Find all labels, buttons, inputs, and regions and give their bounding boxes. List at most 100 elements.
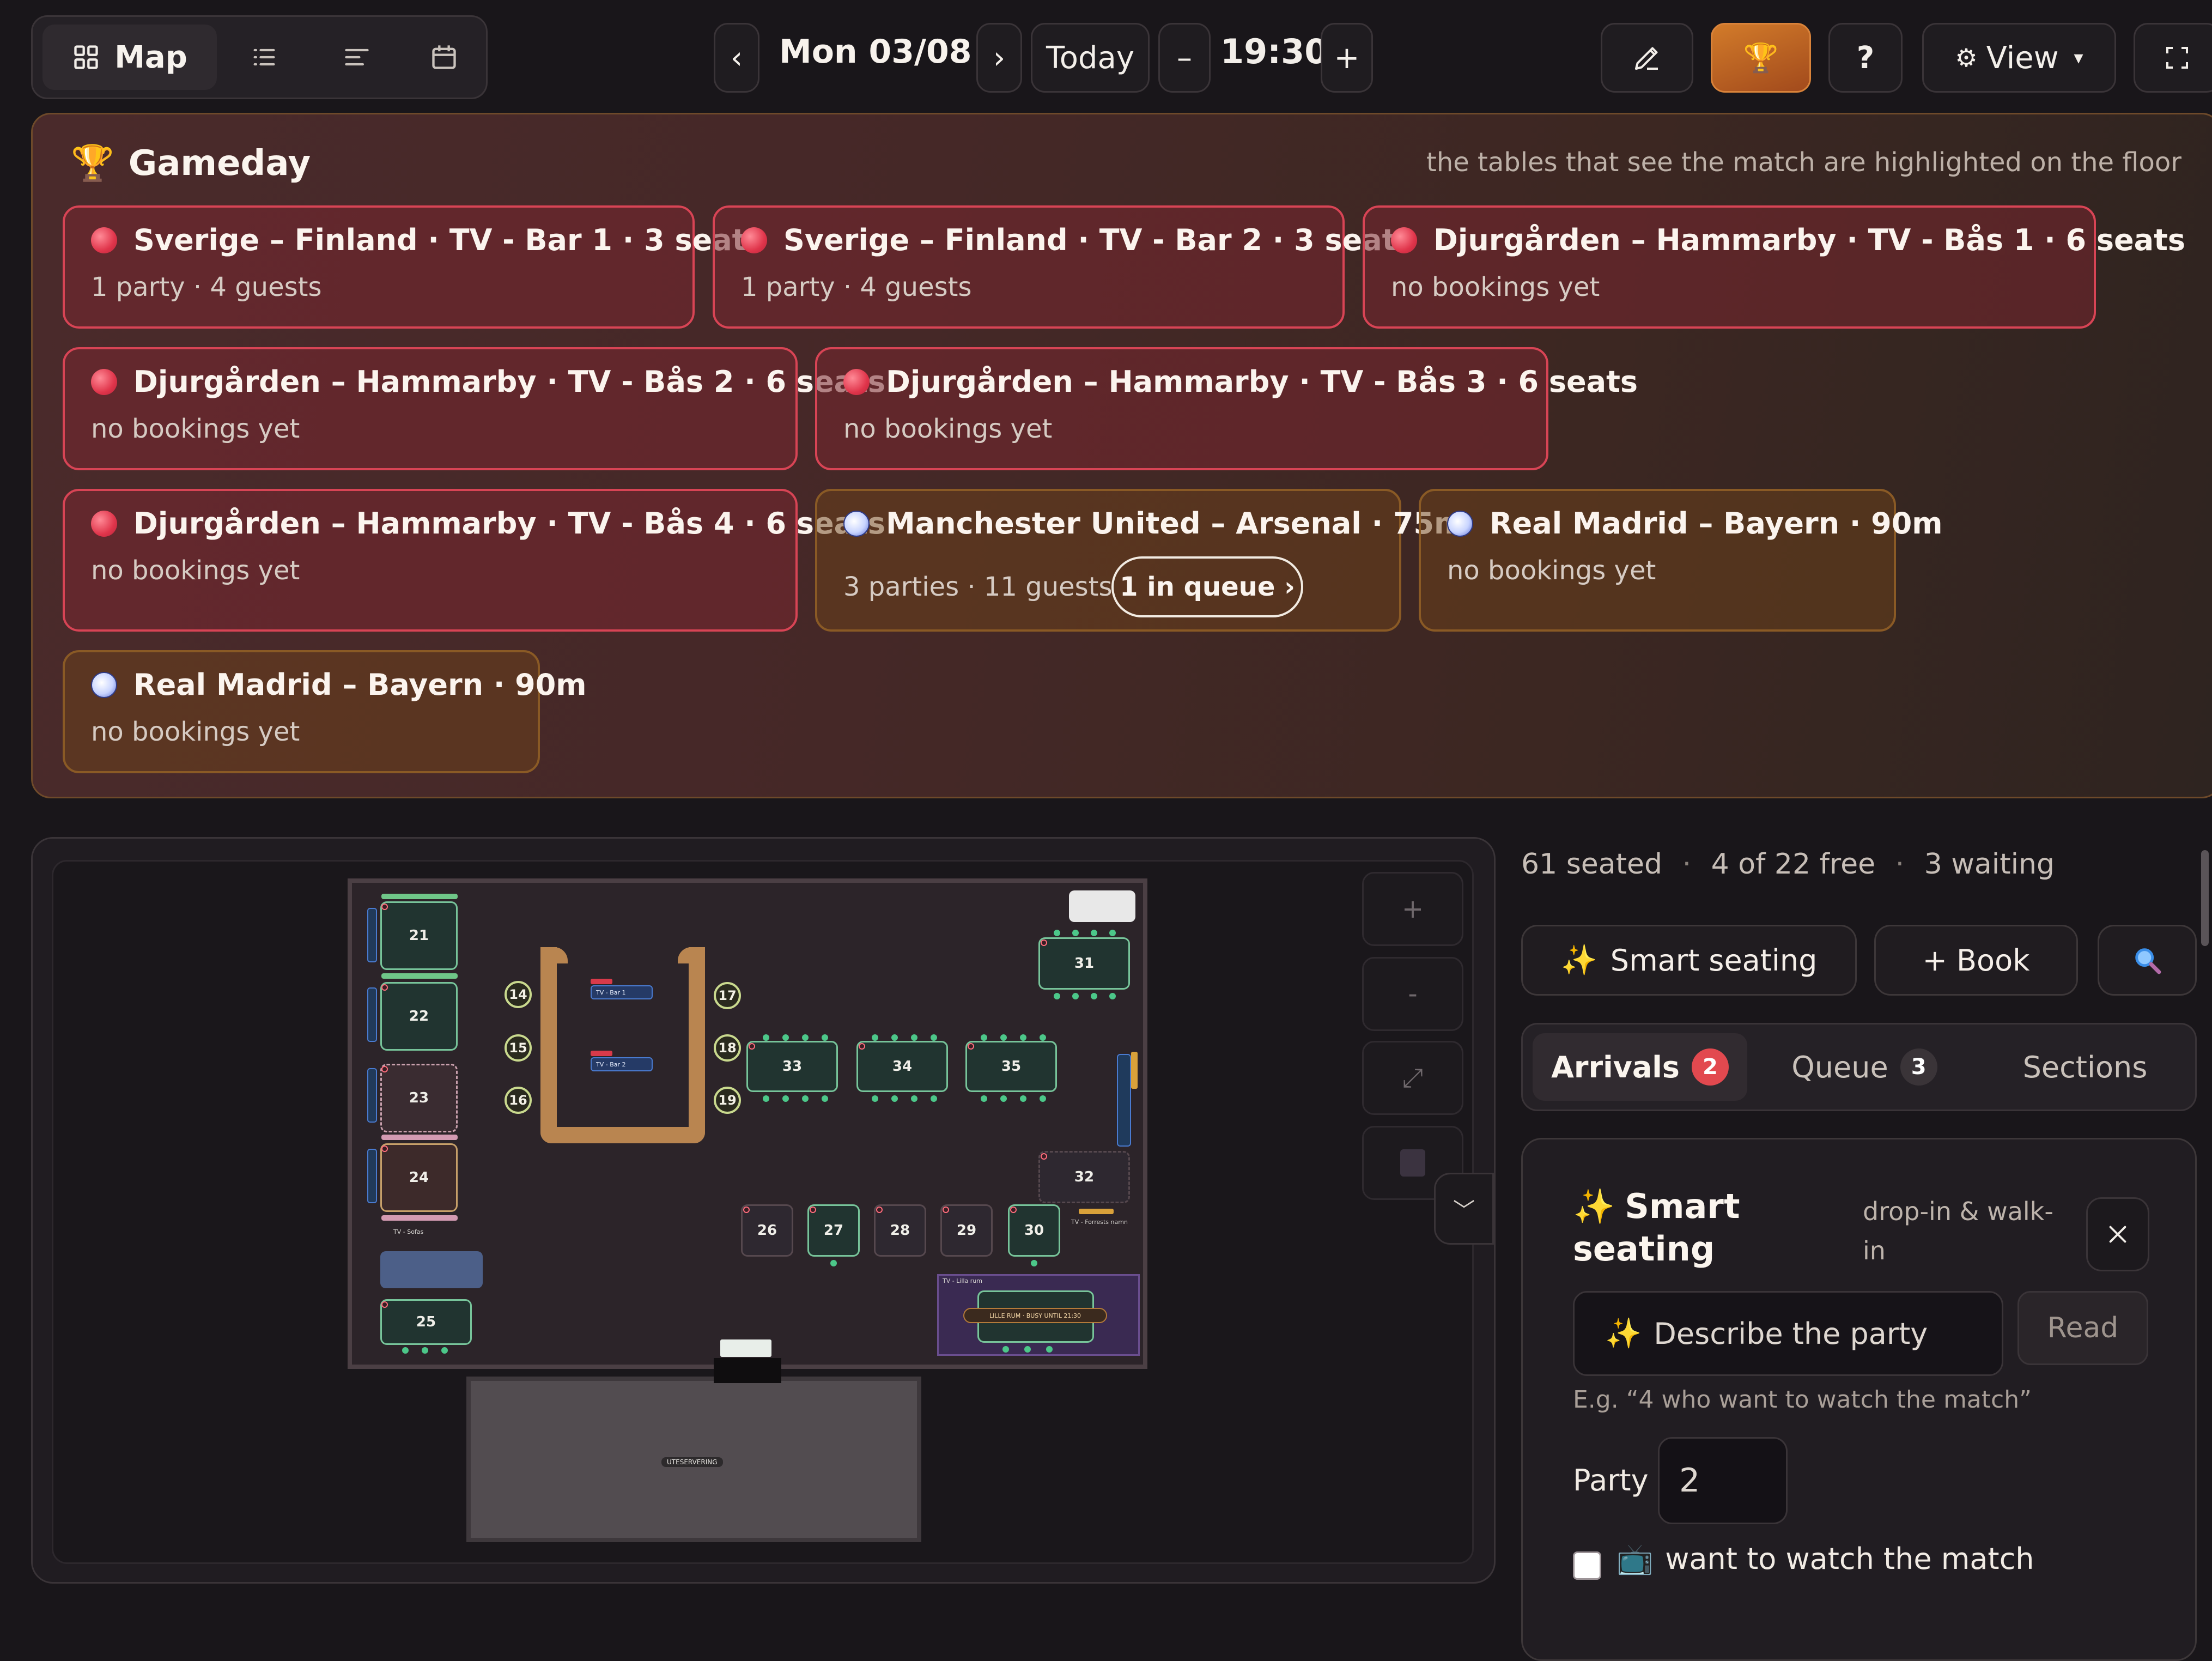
match-card-title: Djurgården – Hammarby · TV - Bås 2 · 6 s… bbox=[133, 365, 886, 399]
close-button[interactable] bbox=[2086, 1197, 2149, 1271]
view-menu-button[interactable]: ⚙ View ▾ bbox=[1922, 23, 2116, 93]
queue-badge: 3 bbox=[1900, 1048, 1937, 1086]
tv-marker[interactable]: TV - Sofas bbox=[393, 1228, 423, 1235]
zoom-out-button[interactable]: - bbox=[1362, 957, 1463, 1031]
window-fixture bbox=[1069, 890, 1135, 922]
bar-stool[interactable]: 14 bbox=[505, 981, 532, 1008]
match-card[interactable]: Sverige – Finland · TV - Bar 2 · 3 seats… bbox=[713, 205, 1414, 329]
entrance-door bbox=[714, 1358, 781, 1383]
help-icon: ? bbox=[1856, 40, 1875, 76]
tab-timeline[interactable] bbox=[316, 25, 398, 90]
smart-seating-button[interactable]: ✨ Smart seating bbox=[1521, 925, 1857, 996]
match-card[interactable]: Real Madrid – Bayern · 90m no bookings y… bbox=[1419, 489, 1943, 632]
tab-arrivals[interactable]: Arrivals 2 bbox=[1533, 1033, 1747, 1101]
table-30[interactable]: 30 bbox=[1008, 1204, 1060, 1257]
seated-count: 61 seated bbox=[1521, 848, 1663, 881]
watch-match-checkbox[interactable] bbox=[1573, 1551, 1601, 1580]
bar-stool[interactable]: 17 bbox=[714, 982, 741, 1009]
fit-button[interactable]: ⤢ bbox=[1362, 1041, 1463, 1115]
tv-strip bbox=[381, 894, 458, 899]
describe-party-input[interactable]: ✨ Describe the party bbox=[1573, 1291, 2003, 1376]
tab-list[interactable] bbox=[223, 25, 305, 90]
match-card[interactable]: Real Madrid – Bayern · 90m no bookings y… bbox=[63, 650, 587, 773]
table-23[interactable]: 23 bbox=[380, 1064, 458, 1132]
match-card-title: Sverige – Finland · TV - Bar 1 · 3 seats bbox=[133, 223, 764, 257]
party-size-input[interactable]: 2 bbox=[1658, 1437, 1788, 1524]
queue-pill-button[interactable]: 1 in queue › bbox=[1111, 556, 1303, 617]
prev-day-button[interactable]: ‹ bbox=[714, 23, 759, 93]
patio-area[interactable]: UTESERVERING bbox=[466, 1377, 921, 1542]
table-32[interactable]: 32 bbox=[1038, 1151, 1130, 1203]
book-button[interactable]: + Book bbox=[1874, 925, 2078, 996]
tv-icon: 📺 bbox=[1617, 1542, 1654, 1576]
tab-queue[interactable]: Queue 3 bbox=[1757, 1033, 1972, 1101]
scrollbar-thumb[interactable] bbox=[2201, 850, 2209, 946]
tv-marker[interactable]: TV - Bar 2 bbox=[591, 1057, 653, 1071]
table-33[interactable]: 33 bbox=[746, 1041, 838, 1092]
tv-marker[interactable]: TV - Bar 1 bbox=[591, 985, 653, 999]
match-card[interactable]: Manchester United – Arsenal · 75m 3 part… bbox=[815, 489, 1464, 632]
gameday-button[interactable]: 🏆 bbox=[1711, 23, 1811, 93]
soccer-ball-icon bbox=[843, 511, 870, 537]
match-card[interactable]: Djurgården – Hammarby · TV - Bås 1 · 6 s… bbox=[1363, 205, 2185, 329]
match-card-title: Djurgården – Hammarby · TV - Bås 4 · 6 s… bbox=[133, 506, 886, 541]
list-icon bbox=[253, 49, 275, 66]
match-card-sub: no bookings yet bbox=[843, 414, 1053, 444]
table-24[interactable]: 24 bbox=[380, 1143, 458, 1212]
live-tag bbox=[591, 979, 612, 984]
tv-marker[interactable] bbox=[367, 908, 377, 962]
match-card-sub: no bookings yet bbox=[1391, 272, 1600, 302]
table-35[interactable]: 35 bbox=[965, 1041, 1057, 1092]
sparkles-icon: ✨ bbox=[1605, 1316, 1642, 1350]
plus-icon: + bbox=[1334, 40, 1360, 76]
time-display[interactable]: 19:30 bbox=[1220, 32, 1328, 71]
table-22[interactable]: 22 bbox=[380, 982, 458, 1051]
search-button[interactable] bbox=[2098, 925, 2197, 996]
collapse-panel-button[interactable]: ﹀ bbox=[1434, 1173, 1494, 1245]
tab-map[interactable]: Map bbox=[42, 25, 217, 90]
table-27[interactable]: 27 bbox=[807, 1204, 860, 1257]
smart-seating-label: Smart seating bbox=[1610, 943, 1818, 978]
match-card[interactable]: Sverige – Finland · TV - Bar 1 · 3 seats… bbox=[63, 205, 764, 329]
read-button[interactable]: Read bbox=[2017, 1291, 2148, 1365]
tv-marker[interactable] bbox=[1117, 1054, 1131, 1147]
tv-marker[interactable]: TV - Forrests namn bbox=[1071, 1219, 1128, 1226]
table-25[interactable]: 25 bbox=[380, 1299, 472, 1345]
bar-stool[interactable]: 16 bbox=[505, 1087, 532, 1114]
next-day-button[interactable]: › bbox=[976, 23, 1022, 93]
table-21[interactable]: 21 bbox=[380, 901, 458, 970]
today-button[interactable]: Today bbox=[1031, 23, 1150, 93]
occupancy-stats: 61 seated · 4 of 22 free · 3 waiting bbox=[1521, 848, 2055, 881]
fullscreen-button[interactable] bbox=[2134, 23, 2212, 93]
table-29[interactable]: 29 bbox=[940, 1204, 993, 1257]
match-card[interactable]: Djurgården – Hammarby · TV - Bås 3 · 6 s… bbox=[815, 347, 1638, 470]
chevron-right-icon: › bbox=[993, 40, 1006, 76]
tv-marker[interactable] bbox=[367, 1149, 377, 1203]
time-plus-button[interactable]: + bbox=[1321, 23, 1373, 93]
arrivals-badge: 2 bbox=[1691, 1048, 1729, 1086]
table-31[interactable]: 31 bbox=[1038, 937, 1130, 990]
tab-sections[interactable]: Sections bbox=[1982, 1033, 2189, 1101]
time-minus-button[interactable]: – bbox=[1158, 23, 1211, 93]
expand-icon: ⤢ bbox=[1402, 1062, 1424, 1093]
tab-calendar[interactable] bbox=[409, 25, 479, 90]
bar-stool[interactable]: 19 bbox=[714, 1087, 741, 1114]
tv-marker[interactable] bbox=[367, 1068, 377, 1123]
help-button[interactable]: ? bbox=[1828, 23, 1903, 93]
table-34[interactable]: 34 bbox=[856, 1041, 948, 1092]
soccer-ball-icon bbox=[1447, 511, 1473, 537]
zoom-in-button[interactable]: + bbox=[1362, 872, 1463, 946]
bar-stool[interactable]: 18 bbox=[714, 1034, 741, 1062]
table-28[interactable]: 28 bbox=[874, 1204, 926, 1257]
match-card[interactable]: Djurgården – Hammarby · TV - Bås 4 · 6 s… bbox=[63, 489, 885, 632]
tv-marker[interactable]: TV - Lilla rum bbox=[943, 1277, 982, 1284]
watch-match-label: 📺 want to watch the match bbox=[1617, 1542, 2034, 1577]
tab-arrivals-label: Arrivals bbox=[1551, 1050, 1680, 1084]
grid-icon bbox=[74, 45, 98, 69]
bar-stool[interactable]: 15 bbox=[505, 1034, 532, 1062]
edit-button[interactable] bbox=[1601, 23, 1693, 93]
tv-marker[interactable] bbox=[367, 987, 377, 1042]
current-date[interactable]: Mon 03/08 bbox=[779, 33, 971, 71]
match-card[interactable]: Djurgården – Hammarby · TV - Bås 2 · 6 s… bbox=[63, 347, 885, 470]
table-26[interactable]: 26 bbox=[741, 1204, 793, 1257]
